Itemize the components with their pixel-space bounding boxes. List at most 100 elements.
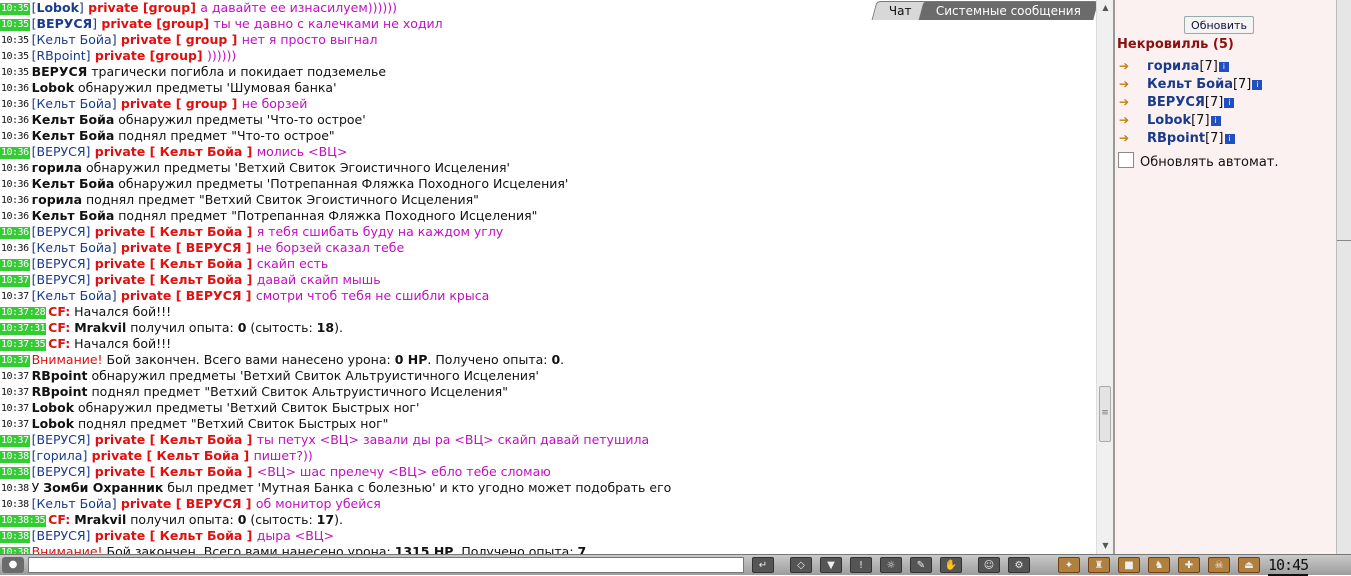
- action-icon-3[interactable]: ■: [1118, 557, 1140, 573]
- auto-refresh-option[interactable]: Обновлять автомат.: [1118, 152, 1279, 170]
- message-timestamp[interactable]: 10:36: [0, 163, 30, 175]
- chat-scrollbar[interactable]: ▲ ≡ ▼: [1096, 0, 1114, 554]
- player-name[interactable]: Lobok: [32, 80, 74, 95]
- message-timestamp[interactable]: 10:37: [0, 435, 30, 447]
- message-sender[interactable]: Кельт Бойа: [37, 240, 112, 255]
- menu-button[interactable]: ●: [2, 557, 24, 573]
- member-item[interactable]: ➔ RBpoint[7] i: [1119, 129, 1235, 147]
- message-sender[interactable]: ВЕРУСЯ: [37, 528, 86, 543]
- private-arrow-icon[interactable]: ➔: [1119, 93, 1147, 111]
- message-timestamp[interactable]: 10:36: [0, 227, 30, 239]
- message-timestamp[interactable]: 10:38: [0, 531, 30, 543]
- hand-icon[interactable]: ✋: [940, 557, 962, 573]
- message-timestamp[interactable]: 10:38: [0, 547, 30, 554]
- action-icon-5[interactable]: ✚: [1178, 557, 1200, 573]
- player-name[interactable]: Mrakvil: [74, 512, 126, 527]
- message-timestamp[interactable]: 10:36: [0, 115, 30, 127]
- refresh-button[interactable]: Обновить: [1184, 16, 1254, 34]
- player-name[interactable]: Зомби Охранник: [43, 480, 163, 495]
- filter-icon[interactable]: ▼: [820, 557, 842, 573]
- message-timestamp[interactable]: 10:35: [0, 3, 30, 15]
- player-name[interactable]: Lobok: [32, 416, 74, 431]
- member-item[interactable]: ➔ Lobok[7] i: [1119, 111, 1221, 129]
- private-arrow-icon[interactable]: ➔: [1119, 75, 1147, 93]
- message-timestamp[interactable]: 10:35: [0, 19, 30, 31]
- scroll-thumb[interactable]: ≡: [1099, 386, 1111, 442]
- message-timestamp[interactable]: 10:35: [0, 51, 30, 63]
- player-name[interactable]: Mrakvil: [74, 320, 126, 335]
- message-timestamp[interactable]: 10:38: [0, 483, 30, 495]
- exit-icon[interactable]: ⏏: [1238, 557, 1260, 573]
- player-name[interactable]: RBpoint: [32, 368, 88, 383]
- message-sender[interactable]: ВЕРУСЯ: [37, 464, 86, 479]
- player-name[interactable]: Кельт Бойа: [32, 112, 115, 127]
- player-name[interactable]: Кельт Бойа: [32, 128, 115, 143]
- private-arrow-icon[interactable]: ➔: [1119, 129, 1147, 147]
- message-timestamp[interactable]: 10:35: [0, 67, 30, 79]
- eraser-icon[interactable]: ◇: [790, 557, 812, 573]
- message-timestamp[interactable]: 10:37: [0, 275, 30, 287]
- message-sender[interactable]: горила: [37, 448, 83, 463]
- message-sender[interactable]: Кельт Бойа: [37, 288, 112, 303]
- auto-refresh-checkbox[interactable]: [1118, 152, 1134, 168]
- message-timestamp[interactable]: 10:37: [0, 403, 30, 415]
- member-item[interactable]: ➔ Кельт Бойа[7] i: [1119, 75, 1263, 93]
- settings-icon[interactable]: ⚙: [1008, 557, 1030, 573]
- message-timestamp[interactable]: 10:36: [0, 211, 30, 223]
- message-sender[interactable]: Кельт Бойа: [37, 32, 112, 47]
- info-icon[interactable]: i: [1224, 134, 1235, 144]
- pen-icon[interactable]: ✎: [910, 557, 932, 573]
- note-icon[interactable]: !: [850, 557, 872, 573]
- message-timestamp[interactable]: 10:36: [0, 99, 30, 111]
- message-sender[interactable]: ВЕРУСЯ: [37, 432, 86, 447]
- message-timestamp[interactable]: 10:36: [0, 243, 30, 255]
- action-icon-1[interactable]: ✦: [1058, 557, 1080, 573]
- message-sender[interactable]: RBpoint: [37, 48, 86, 63]
- message-timestamp[interactable]: 10:37: [0, 387, 30, 399]
- message-timestamp[interactable]: 10:37: [0, 371, 30, 383]
- message-sender[interactable]: Lobok: [37, 0, 79, 15]
- member-item[interactable]: ➔ горила[7] i: [1119, 57, 1229, 75]
- figure-icon[interactable]: ☼: [880, 557, 902, 573]
- message-sender[interactable]: ВЕРУСЯ: [37, 256, 86, 271]
- message-sender[interactable]: ВЕРУСЯ: [37, 16, 93, 31]
- player-name[interactable]: горила: [32, 192, 82, 207]
- message-timestamp[interactable]: 10:36: [0, 83, 30, 95]
- page-scrollbar[interactable]: [1336, 0, 1351, 554]
- message-timestamp[interactable]: 10:37: [0, 355, 30, 367]
- smiley-icon[interactable]: ☺: [978, 557, 1000, 573]
- message-sender[interactable]: Кельт Бойа: [37, 96, 112, 111]
- member-item[interactable]: ➔ ВЕРУСЯ[7] i: [1119, 93, 1235, 111]
- member-name[interactable]: Lobok: [1147, 113, 1191, 128]
- message-timestamp[interactable]: 10:37:28: [0, 307, 47, 319]
- message-timestamp[interactable]: 10:37: [0, 419, 30, 431]
- member-name[interactable]: RBpoint: [1147, 131, 1205, 146]
- message-timestamp[interactable]: 10:37:31: [0, 323, 47, 335]
- tab-system-messages[interactable]: Системные сообщения: [918, 1, 1099, 20]
- private-arrow-icon[interactable]: ➔: [1119, 111, 1147, 129]
- message-timestamp[interactable]: 10:35: [0, 35, 30, 47]
- message-timestamp[interactable]: 10:38:35: [0, 515, 47, 527]
- message-sender[interactable]: ВЕРУСЯ: [37, 224, 86, 239]
- scroll-down-arrow-icon[interactable]: ▼: [1097, 538, 1114, 554]
- action-icon-4[interactable]: ♞: [1148, 557, 1170, 573]
- player-name[interactable]: горила: [32, 160, 82, 175]
- info-icon[interactable]: i: [1224, 98, 1235, 108]
- player-name[interactable]: Lobok: [32, 400, 74, 415]
- player-name[interactable]: Кельт Бойа: [32, 208, 115, 223]
- info-icon[interactable]: i: [1252, 80, 1263, 90]
- message-timestamp[interactable]: 10:37: [0, 291, 30, 303]
- message-timestamp[interactable]: 10:36: [0, 195, 30, 207]
- message-timestamp[interactable]: 10:38: [0, 451, 30, 463]
- member-name[interactable]: ВЕРУСЯ: [1147, 95, 1205, 110]
- message-timestamp[interactable]: 10:36: [0, 179, 30, 191]
- member-name[interactable]: Кельт Бойа: [1147, 77, 1233, 92]
- action-icon-6[interactable]: ☠: [1208, 557, 1230, 573]
- info-icon[interactable]: i: [1210, 116, 1221, 126]
- message-sender[interactable]: ВЕРУСЯ: [37, 144, 86, 159]
- message-timestamp[interactable]: 10:37:35: [0, 339, 47, 351]
- private-arrow-icon[interactable]: ➔: [1119, 57, 1147, 75]
- message-sender[interactable]: Кельт Бойа: [37, 496, 112, 511]
- player-name[interactable]: ВЕРУСЯ: [32, 64, 88, 79]
- member-name[interactable]: горила: [1147, 59, 1199, 74]
